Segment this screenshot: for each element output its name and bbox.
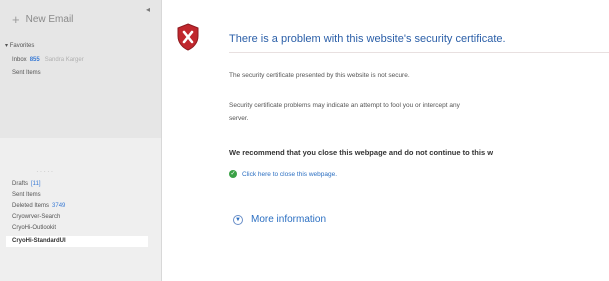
sidebar-item-cryohi-outlookit[interactable]: CryoHi-Outlookit [12, 225, 56, 231]
mail-sidebar: + New Email ◂ ▾ Favorites Inbox 855 Sandra… [0, 0, 162, 281]
inbox-subtext: Sandra Karger [44, 57, 84, 63]
more-information-label: More information [251, 214, 327, 225]
deleted-count: 3749 [52, 203, 66, 209]
shield-error-icon [177, 23, 199, 51]
title-divider [229, 52, 609, 53]
sidebar-item-sent-items[interactable]: Sent Items [12, 192, 41, 198]
separator: ····· [36, 167, 55, 176]
plus-icon: + [12, 12, 20, 27]
sidebar-item-cryohi-standardui[interactable]: CryoHi-StandardUI [6, 236, 148, 247]
new-email-label: New Email [25, 14, 74, 25]
sidebar-item-cryowrver-search[interactable]: Cryowrver-Search [12, 214, 60, 220]
inbox-count: 855 [29, 57, 40, 63]
more-information-toggle[interactable]: ▼ More information [233, 214, 326, 225]
sidebar-item-drafts[interactable]: Drafts [11] [12, 181, 41, 187]
close-webpage-link[interactable]: ✓ Click here to close this webpage. [229, 170, 337, 178]
sidebar-item-deleted-items[interactable]: Deleted Items 3749 [12, 203, 65, 209]
sidebar-item-inbox[interactable]: Inbox 855 Sandra Karger [12, 57, 84, 63]
recommendation-text: We recommend that you close this webpage… [229, 148, 494, 157]
pin-icon[interactable]: ◂ [146, 5, 150, 14]
new-email-button[interactable]: + New Email [12, 12, 73, 27]
error-explanation-line1: Security certificate problems may indica… [229, 102, 460, 109]
close-webpage-label: Click here to close this webpage. [242, 170, 338, 178]
drafts-count: [11] [31, 181, 41, 187]
error-explanation-line2: server. [229, 115, 249, 122]
error-title: There is a problem with this website's s… [229, 33, 506, 45]
green-check-icon: ✓ [229, 170, 237, 178]
sidebar-folders-pane [0, 138, 161, 281]
chevron-down-circle-icon: ▼ [233, 214, 243, 225]
error-message: The security certificate presented by th… [229, 72, 410, 79]
favorites-header[interactable]: ▾ Favorites [5, 42, 34, 49]
sidebar-item-sent-items-fav[interactable]: Sent Items [12, 70, 41, 76]
